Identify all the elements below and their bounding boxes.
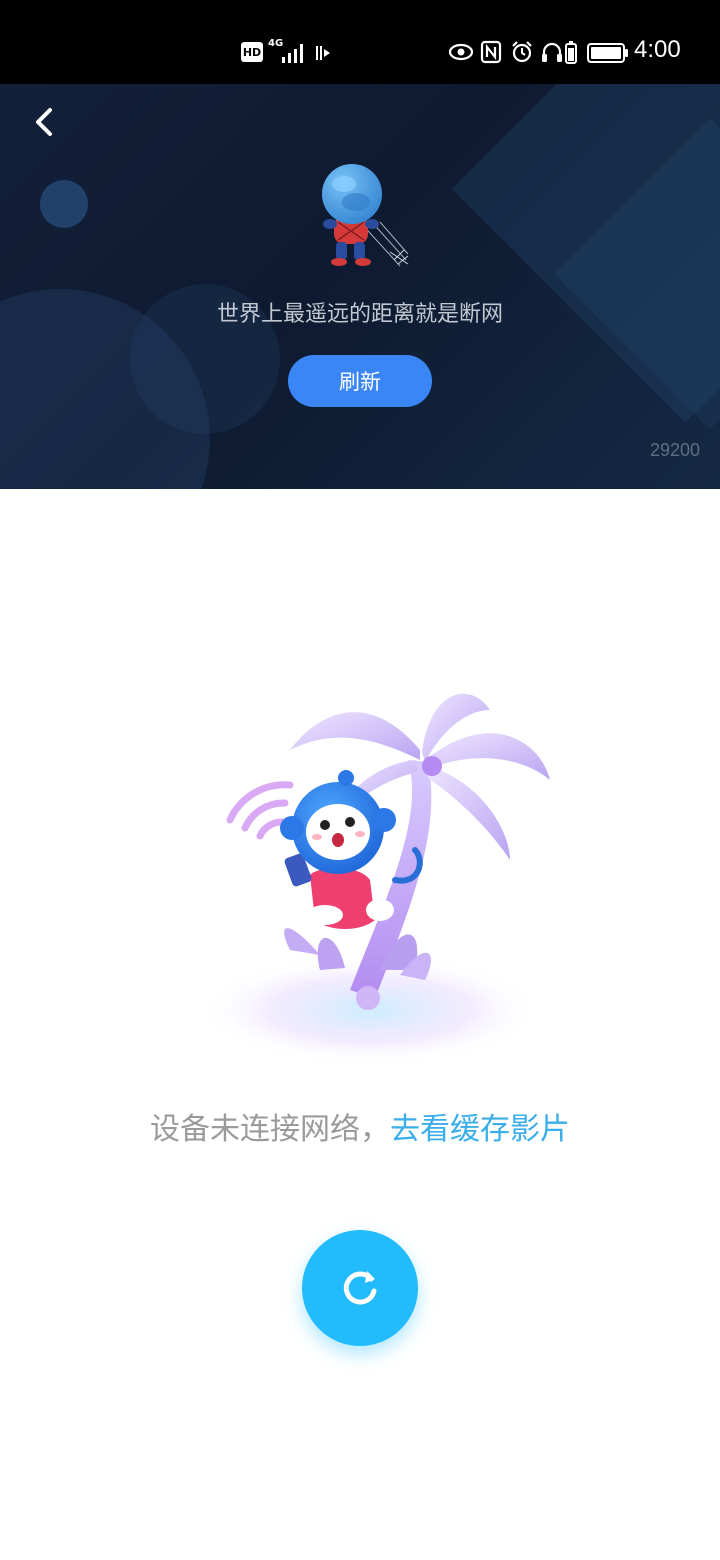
astronaut-mascot-illustration [322, 164, 409, 267]
data-icon [316, 46, 330, 60]
nfc-icon [480, 40, 502, 64]
decor-dot [40, 180, 88, 228]
refresh-button[interactable]: 刷新 [288, 355, 432, 407]
signal-icon [282, 44, 303, 63]
headphones-icon [542, 42, 562, 62]
eye-icon [448, 43, 474, 61]
offline-banner: 世界上最遥远的距离就是断网 刷新 29200 [0, 84, 720, 489]
status-bar: HD 4G 4:00 [0, 0, 720, 84]
error-code: 29200 [649, 440, 700, 460]
clock: 4:00 [634, 36, 681, 63]
banner-message: 世界上最遥远的距离就是断网 [216, 302, 503, 327]
back-button[interactable] [24, 102, 68, 142]
offline-text: 设备未连接网络， [150, 1112, 390, 1147]
battery-icon [587, 43, 628, 63]
battery-small-icon [565, 41, 577, 64]
offline-message: 设备未连接网络，去看缓存影片 [0, 1104, 720, 1148]
offline-monkey-illustration [200, 693, 550, 1065]
chevron-left-icon [36, 108, 52, 136]
reload-button[interactable] [302, 1230, 418, 1346]
hd-badge: HD [241, 42, 263, 62]
cached-videos-link[interactable]: 去看缓存影片 [390, 1112, 570, 1147]
alarm-icon [512, 41, 532, 63]
refresh-icon [343, 1271, 377, 1305]
